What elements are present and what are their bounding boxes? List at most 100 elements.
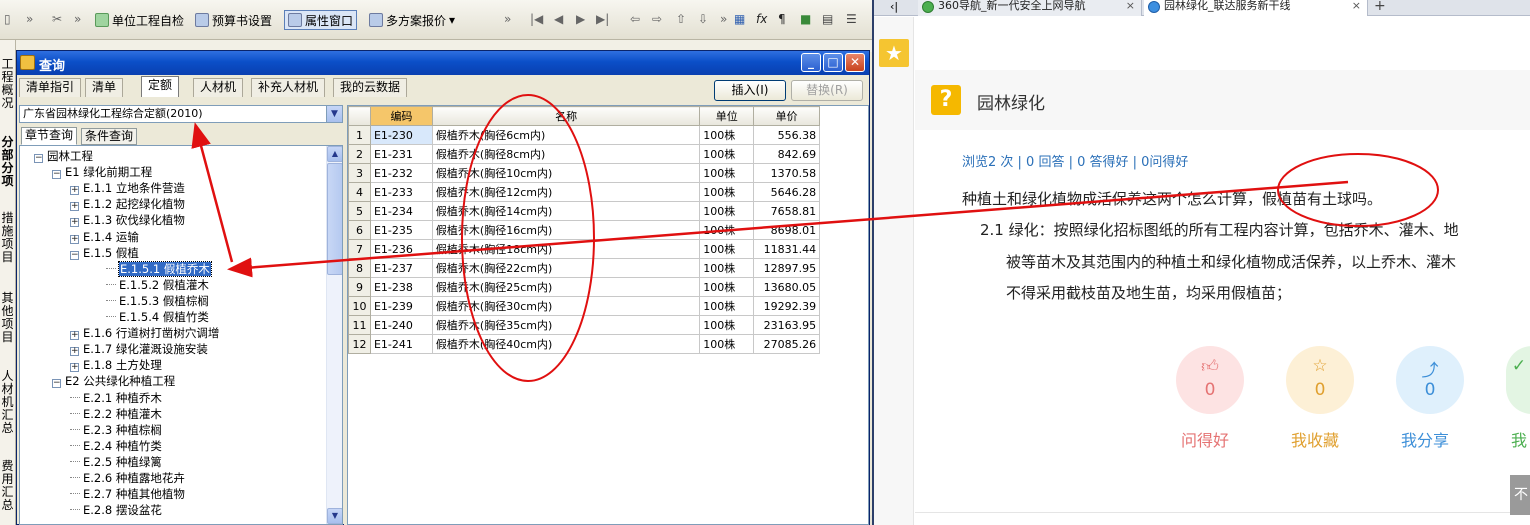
tree-node[interactable]: + E.1.8 土方处理: [70, 357, 162, 373]
grid-price-cell[interactable]: 7658.81: [753, 201, 821, 221]
grid-name-cell[interactable]: 假植乔木(胸径25cm内): [431, 277, 701, 297]
grid-name-cell[interactable]: 假植乔木(胸径16cm内): [431, 220, 701, 240]
grid-header-price[interactable]: 单价: [753, 106, 821, 126]
nav-strip-costs[interactable]: 费用汇总: [1, 460, 14, 512]
grid-price-cell[interactable]: 11831.44: [753, 239, 821, 259]
grid-name-cell[interactable]: 假植乔木(胸径8cm内): [431, 144, 701, 164]
tree-node[interactable]: − E2 公共绿化种植工程: [52, 373, 175, 389]
grid-unit-cell[interactable]: 100株: [699, 182, 755, 202]
tree-node[interactable]: + E.1.7 绿化灌溉设施安装: [70, 341, 208, 357]
close-tab-icon[interactable]: ×: [1126, 0, 1135, 12]
tree-node[interactable]: E.2.6 种植露地花卉: [70, 470, 185, 486]
table-row[interactable]: 8 E1-237 假植乔木(胸径22cm内) 100株 12897.95: [348, 258, 868, 278]
grid-unit-cell[interactable]: 100株: [699, 258, 755, 278]
table-row[interactable]: 11 E1-240 假植乔木(胸径35cm内) 100株 23163.95: [348, 315, 868, 335]
grid-rownum[interactable]: 5: [348, 201, 371, 221]
calculator-icon[interactable]: ▦: [734, 12, 745, 26]
chevron-down-icon[interactable]: ▼: [326, 106, 342, 122]
tree-node[interactable]: + E.1.6 行道树打凿树穴调增: [70, 325, 219, 341]
minimize-button[interactable]: _: [801, 53, 821, 72]
grid-header-name[interactable]: 名称: [431, 106, 701, 126]
scroll-thumb[interactable]: [327, 163, 342, 275]
grid-unit-cell[interactable]: 100株: [699, 144, 755, 164]
tree-node[interactable]: E.2.8 摆设盆花: [70, 502, 162, 518]
good-question-button[interactable]: 👍︎ 0: [1176, 346, 1244, 414]
grid-price-cell[interactable]: 19292.39: [753, 296, 821, 316]
unit-check-button[interactable]: 单位工程自检: [92, 10, 187, 30]
grid-header-unit[interactable]: 单位: [699, 106, 755, 126]
table-row[interactable]: 10 E1-239 假植乔木(胸径30cm内) 100株 19292.39: [348, 296, 868, 316]
expand-icon[interactable]: +: [70, 331, 79, 341]
tree-node[interactable]: E.2.4 种植竹类: [70, 438, 162, 454]
grid-code-cell[interactable]: E1-241: [369, 334, 433, 354]
grid-unit-cell[interactable]: 100株: [699, 220, 755, 240]
collapse-icon[interactable]: −: [34, 154, 43, 163]
grid-code-cell[interactable]: E1-239: [369, 296, 433, 316]
nav-strip-overview[interactable]: 工程概况: [1, 58, 14, 110]
grid-unit-cell[interactable]: 100株: [699, 201, 755, 221]
collapse-icon[interactable]: −: [52, 379, 61, 389]
grid-rownum[interactable]: 11: [348, 315, 371, 335]
maximize-button[interactable]: □: [823, 53, 843, 72]
paragraph-icon[interactable]: ¶: [778, 12, 786, 26]
back-icon[interactable]: ‹|: [890, 0, 898, 13]
grid-code-cell[interactable]: E1-231: [369, 144, 433, 164]
toolbar-overflow-icon[interactable]: »: [26, 12, 33, 26]
tree-node[interactable]: E.2.1 种植乔木: [70, 390, 162, 406]
grid-name-cell[interactable]: 假植乔木(胸径30cm内): [431, 296, 701, 316]
grid-name-cell[interactable]: 假植乔木(胸径35cm内): [431, 315, 701, 335]
tree-scrollbar[interactable]: ▲ ▼: [326, 146, 342, 524]
grid-code-cell[interactable]: E1-234: [369, 201, 433, 221]
table-row[interactable]: 3 E1-232 假植乔木(胸径10cm内) 100株 1370.58: [348, 163, 868, 183]
last-record-icon[interactable]: ▶|: [596, 12, 609, 26]
nav-strip-other[interactable]: 其他项目: [1, 292, 14, 344]
table-row[interactable]: 2 E1-231 假植乔木(胸径8cm内) 100株 842.69: [348, 144, 868, 164]
grid-name-cell[interactable]: 假植乔木(胸径10cm内): [431, 163, 701, 183]
next-record-icon[interactable]: ▶: [576, 12, 585, 26]
grid-code-cell[interactable]: E1-230: [369, 125, 433, 145]
table-row[interactable]: 1 E1-230 假植乔木(胸径6cm内) 100株 556.38: [348, 125, 868, 145]
tree-node[interactable]: − 园林工程: [34, 148, 93, 164]
grid-code-cell[interactable]: E1-233: [369, 182, 433, 202]
tree-node[interactable]: E.1.5.2 假植灌木: [106, 277, 209, 293]
grid-rownum[interactable]: 10: [348, 296, 371, 316]
favorite-star-icon[interactable]: ★: [879, 39, 909, 67]
grid-name-cell[interactable]: 假植乔木(胸径22cm内): [431, 258, 701, 278]
tab-quota[interactable]: 定额: [141, 76, 180, 97]
grid-unit-cell[interactable]: 100株: [699, 334, 755, 354]
tree-node[interactable]: − E1 绿化前期工程: [52, 164, 152, 180]
close-button[interactable]: ✕: [845, 53, 865, 72]
table-row[interactable]: 12 E1-241 假植乔木(胸径40cm内) 100株 27085.26: [348, 334, 868, 354]
tree-node[interactable]: E.2.3 种植棕榈: [70, 422, 162, 438]
tree-node[interactable]: − E.1.5 假植: [70, 245, 139, 261]
grid-rownum[interactable]: 2: [348, 144, 371, 164]
expand-icon[interactable]: +: [70, 186, 79, 196]
expand-icon[interactable]: +: [70, 202, 79, 212]
multi-quote-button[interactable]: 多方案报价 ▾: [366, 10, 458, 30]
prev-record-icon[interactable]: ◀: [554, 12, 563, 26]
scroll-down-icon[interactable]: ▼: [327, 508, 342, 524]
grid-rownum[interactable]: 12: [348, 334, 371, 354]
scroll-up-icon[interactable]: ▲: [327, 146, 342, 162]
tree-node[interactable]: E.2.5 种植绿篱: [70, 454, 162, 470]
expand-icon[interactable]: +: [70, 218, 79, 228]
grid-unit-cell[interactable]: 100株: [699, 277, 755, 297]
back-to-top-icon[interactable]: 不: [1510, 475, 1530, 515]
tree-node[interactable]: E.1.5.3 假植棕榈: [106, 293, 209, 309]
grid-name-cell[interactable]: 假植乔木(胸径18cm内): [431, 239, 701, 259]
tab-chapter-search[interactable]: 章节查询: [21, 127, 78, 145]
tree-node[interactable]: E.2.2 种植灌木: [70, 406, 162, 422]
printer-icon[interactable]: ▤: [822, 12, 833, 26]
list-icon[interactable]: ☰: [846, 12, 857, 26]
grid-code-cell[interactable]: E1-240: [369, 315, 433, 335]
expand-icon[interactable]: +: [70, 234, 79, 244]
grid-price-cell[interactable]: 8698.01: [753, 220, 821, 240]
grid-price-cell[interactable]: 1370.58: [753, 163, 821, 183]
tab-cloud-data[interactable]: 我的云数据: [333, 78, 408, 97]
grid-code-cell[interactable]: E1-236: [369, 239, 433, 259]
grid-price-cell[interactable]: 556.38: [753, 125, 821, 145]
nav-strip-measures[interactable]: 措施项目: [1, 212, 14, 264]
cube-icon[interactable]: ■: [800, 12, 811, 26]
tree-node[interactable]: E.1.5.4 假植竹类: [106, 309, 209, 325]
grid-price-cell[interactable]: 842.69: [753, 144, 821, 164]
